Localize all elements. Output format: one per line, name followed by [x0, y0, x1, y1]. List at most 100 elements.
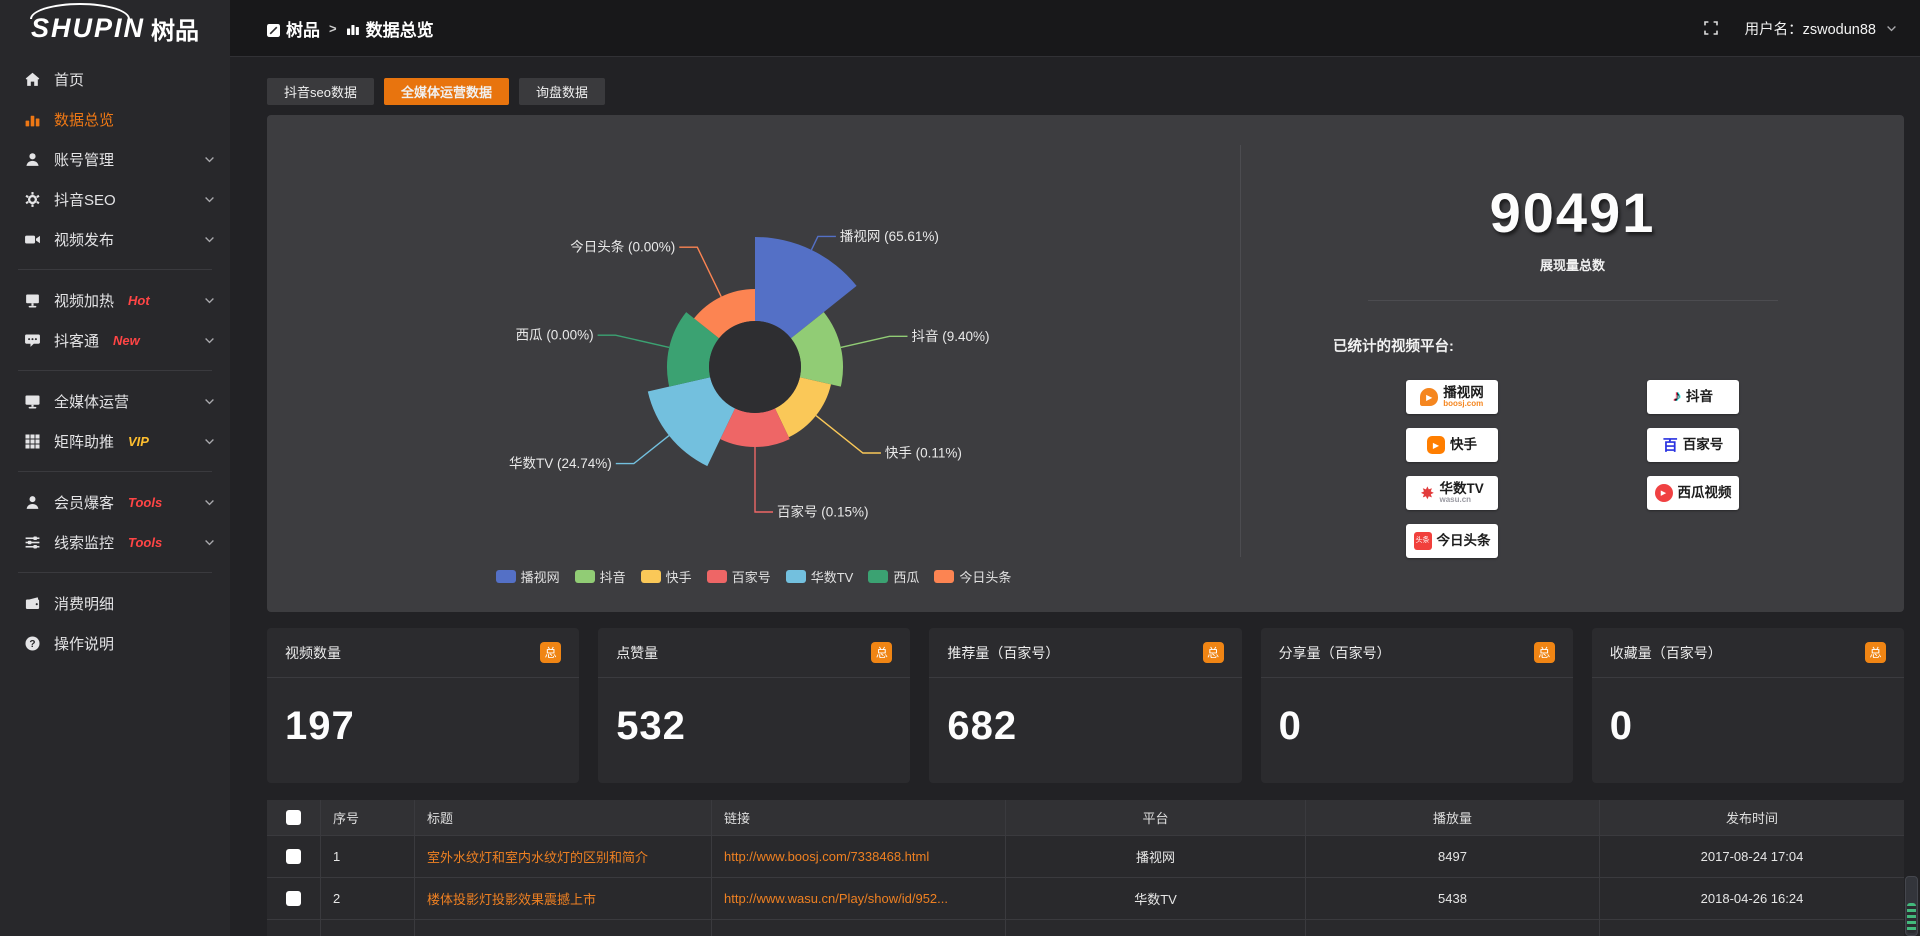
douyin-logo-icon: ♪	[1673, 389, 1681, 405]
chart-icon	[24, 111, 41, 128]
breadcrumb-item-shupin[interactable]: 树品	[267, 16, 320, 41]
breadcrumb-label: 数据总览	[366, 16, 434, 41]
sidebar-item-矩阵助推[interactable]: 矩阵助推VIP	[0, 421, 230, 461]
sidebar-item-label: 抖音SEO	[54, 189, 116, 210]
sidebar: SHUPIN 树品 首页数据总览账号管理抖音SEO视频发布视频加热Hot抖客通N…	[0, 0, 230, 936]
platform-name: 今日头条	[1437, 534, 1491, 548]
tab-抖音seo数据[interactable]: 抖音seo数据	[267, 78, 374, 105]
platform-text: 播视网boosj.com	[1443, 386, 1484, 409]
pie-label: 西瓜 (0.00%)	[516, 328, 594, 343]
legend-item-西瓜[interactable]: 西瓜	[868, 567, 919, 586]
legend-item-播视网[interactable]: 播视网	[496, 567, 560, 586]
breadcrumb-item-data-overview[interactable]: 数据总览	[346, 16, 434, 41]
sidebar-item-线索监控[interactable]: 线索监控Tools	[0, 522, 230, 562]
rose-pie-chart: 播视网 (65.61%)抖音 (9.40%)快手 (0.11%)百家号 (0.1…	[267, 115, 1240, 612]
select-all-checkbox[interactable]	[286, 810, 301, 825]
stat-card-收藏量（百家号）: 收藏量（百家号）总0	[1592, 628, 1904, 783]
pie-slice-播视网[interactable]	[755, 237, 857, 338]
sidebar-item-badge: Hot	[128, 293, 150, 308]
platform-subtitle: boosj.com	[1443, 400, 1483, 408]
legend-item-抖音[interactable]: 抖音	[575, 567, 626, 586]
heat-icon	[24, 292, 41, 309]
legend-name: 今日头条	[959, 567, 1011, 586]
legend-swatch	[786, 570, 806, 583]
stat-cards-row: 视频数量总197点赞量总532推荐量（百家号）总682分享量（百家号）总0收藏量…	[267, 628, 1904, 783]
table-header-cell: 标题	[415, 800, 712, 836]
sidebar-item-数据总览[interactable]: 数据总览	[0, 99, 230, 139]
chart-panel: 播视网 (65.61%)抖音 (9.40%)快手 (0.11%)百家号 (0.1…	[267, 115, 1904, 612]
scrollbar-thumb[interactable]	[1907, 903, 1916, 933]
stat-card-total-badge: 总	[1534, 642, 1555, 663]
stat-card-value: 0	[1261, 678, 1573, 749]
table-header-cell: 发布时间	[1600, 800, 1904, 836]
sidebar-item-抖音SEO[interactable]: 抖音SEO	[0, 179, 230, 219]
table-cell-title[interactable]: 室外水纹灯和室内水纹灯的区别和简介	[415, 836, 712, 878]
username-label: 用户名：zswodun88	[1745, 18, 1876, 39]
table-cell-time: 2017-08-24 17:04	[1600, 836, 1904, 878]
pie-hole	[709, 321, 801, 413]
row-checkbox[interactable]	[286, 849, 301, 864]
table-cell-index: 1	[321, 836, 415, 878]
legend-name: 百家号	[732, 567, 771, 586]
sidebar-item-账号管理[interactable]: 账号管理	[0, 139, 230, 179]
fullscreen-icon[interactable]	[1703, 20, 1719, 36]
breadcrumb-separator: >	[329, 21, 337, 36]
help-icon: ?	[24, 635, 41, 652]
legend-swatch	[496, 570, 516, 583]
pie-label: 今日头条 (0.00%)	[570, 239, 675, 255]
pie-label-line	[755, 447, 773, 512]
sidebar-item-label: 视频加热	[54, 290, 114, 311]
legend-swatch	[707, 570, 727, 583]
chevron-down-icon	[1885, 22, 1898, 35]
table-cell-title[interactable]: 楼体投影灯投影效果震撼上市	[415, 878, 712, 920]
platform-badge-快手: ▶快手	[1406, 428, 1498, 462]
sidebar-item-视频加热[interactable]: 视频加热 Hot	[0, 280, 230, 320]
legend-item-快手[interactable]: 快手	[641, 567, 692, 586]
stat-card-total-badge: 总	[1203, 642, 1224, 663]
sidebar-item-全媒体运营[interactable]: 全媒体运营	[0, 381, 230, 421]
sliders-icon	[24, 534, 41, 551]
sidebar-item-badge: New	[113, 333, 140, 348]
legend-item-华数TV[interactable]: 华数TV	[786, 567, 854, 586]
legend-name: 华数TV	[811, 567, 854, 586]
platform-text: 今日头条	[1437, 534, 1491, 548]
table-cell-empty	[1306, 920, 1600, 936]
edit-icon	[267, 22, 280, 35]
platform-badge-华数TV: ✸华数TVwasu.cn	[1406, 476, 1498, 510]
stat-card-视频数量: 视频数量总197	[267, 628, 579, 783]
platforms-label: 已统计的视频平台:	[1241, 335, 1904, 356]
videos-table: 序号标题链接平台播放量发布时间1室外水纹灯和室内水纹灯的区别和简介http://…	[267, 800, 1904, 936]
monitor-icon	[24, 393, 41, 410]
pie-label-line	[811, 236, 836, 250]
table-header-row: 序号标题链接平台播放量发布时间	[267, 800, 1904, 836]
sidebar-item-抖客通[interactable]: 抖客通New	[0, 320, 230, 360]
stat-card-header: 分享量（百家号）总	[1261, 628, 1573, 678]
platform-badge-百家号: 百百家号	[1647, 428, 1739, 462]
table-cell-platform: 播视网	[1006, 836, 1306, 878]
row-checkbox[interactable]	[286, 891, 301, 906]
legend-item-今日头条[interactable]: 今日头条	[934, 567, 1011, 586]
wallet-icon	[24, 595, 41, 612]
legend-item-百家号[interactable]: 百家号	[707, 567, 771, 586]
table-cell-link[interactable]: http://www.wasu.cn/Play/show/id/952...	[712, 878, 1006, 920]
stat-card-value: 532	[598, 678, 910, 749]
table-cell-empty	[1006, 920, 1306, 936]
sidebar-item-会员爆客[interactable]: 会员爆客Tools	[0, 482, 230, 522]
tab-询盘数据[interactable]: 询盘数据	[519, 78, 605, 105]
table-cell-empty	[712, 920, 1006, 936]
empty-cell	[1647, 524, 1739, 558]
topbar-right: 用户名：zswodun88	[1703, 18, 1898, 39]
stat-card-value: 197	[267, 678, 579, 749]
tab-全媒体运营数据[interactable]: 全媒体运营数据	[384, 78, 509, 105]
chevron-down-icon	[203, 334, 216, 347]
sidebar-item-首页[interactable]: 首页	[0, 59, 230, 99]
platform-name: 华数TV	[1439, 482, 1483, 496]
sidebar-item-操作说明[interactable]: ?操作说明	[0, 623, 230, 663]
user-menu[interactable]: 用户名：zswodun88	[1745, 18, 1898, 39]
kuaishou-logo-icon: ▶	[1427, 436, 1445, 454]
table-cell-link[interactable]: http://www.boosj.com/7338468.html	[712, 836, 1006, 878]
svg-text:?: ?	[29, 638, 35, 649]
sidebar-menu: 首页数据总览账号管理抖音SEO 视频发布视频加热 Hot 抖客通New 全媒体运营矩阵助…	[0, 57, 230, 663]
sidebar-item-视频发布[interactable]: 视频发布	[0, 219, 230, 259]
sidebar-item-消费明细[interactable]: 消费明细	[0, 583, 230, 623]
